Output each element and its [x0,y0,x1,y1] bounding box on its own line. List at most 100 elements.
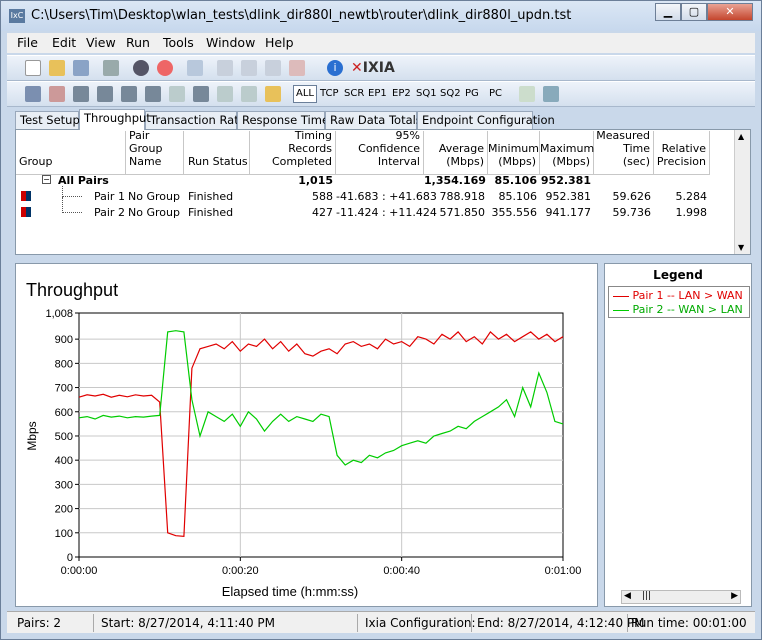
delete-icon[interactable] [289,60,305,76]
new-file-icon[interactable] [25,60,41,76]
legend-swatch-green [613,309,629,311]
sort-numeric-icon[interactable] [265,86,281,102]
tab-test-setup[interactable]: Test Setup [15,111,80,129]
maximize-button[interactable]: ▢ [681,3,707,21]
script-icon[interactable] [193,86,209,102]
stop-icon[interactable] [157,60,173,76]
minimize-button[interactable]: ▁ [655,3,681,21]
paste-icon[interactable] [265,60,281,76]
run-icon[interactable] [133,60,149,76]
col-minimum[interactable]: Minimum (Mbps) [488,131,540,175]
cut-icon[interactable] [217,60,233,76]
col-confidence[interactable]: 95% Confidence Interval [336,129,424,175]
col-average[interactable]: Average (Mbps) [424,131,488,175]
tab-response-time[interactable]: Response Time [237,111,329,129]
title-bar: IxC C:\Users\Tim\Desktop\wlan_tests\dlin… [1,1,761,31]
menu-edit[interactable]: Edit [52,35,76,50]
y-tick-label: 900 [55,334,73,346]
filter-scr[interactable]: SCR [344,88,364,99]
col-timing-records-label: Timing Records Completed [272,129,332,168]
status-runtime: Run time: 00:01:00 [631,616,747,630]
col-pair-group-name-label: Pair Group Name [129,129,163,168]
menu-file[interactable]: File [17,35,38,50]
col-group[interactable]: Group [16,131,126,175]
filter-sq2[interactable]: SQ2 [440,88,461,99]
y-tick-label: 800 [55,358,73,370]
legend-scrollbar[interactable]: ◀ ||| ▶ [621,590,741,604]
copy-icon[interactable] [241,60,257,76]
pair-time: 59.736 [612,206,652,219]
close-button[interactable]: ✕ [707,3,753,21]
col-measured-time[interactable]: Measured Time (sec) [594,129,654,175]
menu-help[interactable]: Help [265,35,294,50]
window-icon[interactable] [543,86,559,102]
edit-icon[interactable] [169,86,185,102]
col-relative-precision[interactable]: Relative Precision [654,131,710,175]
tab-endpoint-configuration[interactable]: Endpoint Configuration [417,111,555,129]
info-icon[interactable]: i [327,60,343,76]
legend-box: Pair 1 -- LAN > WAN Pair 2 -- WAN > LAN [608,286,750,318]
col-timing-records[interactable]: Timing Records Completed [250,129,336,175]
link-icon[interactable] [121,86,137,102]
filter-pc[interactable]: PC [489,88,502,99]
collapse-icon[interactable]: − [42,175,51,184]
grid-scrollbar[interactable]: ▲ ▼ [734,130,750,254]
status-divider [471,614,472,632]
y-tick-label: 400 [55,455,73,467]
main-toolbar: i ✕IXIA [7,55,755,81]
network-icon[interactable] [97,86,113,102]
scroll-thumb-icon[interactable]: ||| [642,591,651,601]
filter-ep2[interactable]: EP2 [392,88,411,99]
script-disabled-icon[interactable] [217,86,233,102]
scroll-left-icon[interactable]: ◀ [624,591,631,601]
col-maximum[interactable]: Maximum (Mbps) [540,131,594,175]
tree-line [62,197,82,213]
menu-run[interactable]: Run [126,35,150,50]
col-run-status[interactable]: Run Status [184,131,250,175]
print-icon[interactable] [103,60,119,76]
tab-raw-data-totals[interactable]: Raw Data Totals [325,111,422,129]
col-pair-group-name[interactable]: Pair Group Name [126,129,184,175]
pair-icon[interactable] [25,86,41,102]
pair-average: 571.850 [439,206,486,219]
app-icon: IxC [9,9,25,23]
tab-transaction-rate[interactable]: Transaction Rate [145,111,246,129]
col-measured-time-label: Measured Time (sec) [596,129,650,168]
refresh-icon[interactable] [187,60,203,76]
legend-item-pair2[interactable]: Pair 2 -- WAN > LAN [613,303,743,316]
filter-all[interactable]: ALL [293,85,317,103]
report-icon[interactable] [145,86,161,102]
endpoint-icon[interactable] [73,86,89,102]
multicast-icon[interactable] [49,86,65,102]
col-confidence-label: 95% Confidence Interval [358,129,420,168]
tab-throughput[interactable]: Throughput [79,109,151,130]
filter-pg[interactable]: PG [465,88,479,99]
save-icon[interactable] [73,60,89,76]
menu-view[interactable]: View [86,35,116,50]
x-axis-label: Elapsed time (h:mm:ss) [222,584,359,599]
chart-pane: Throughput Elapsed time (h:mm:ss) Mbps 0… [15,263,598,607]
x-tick-label: 0:00:40 [383,565,420,577]
scroll-up-icon[interactable]: ▲ [738,132,744,141]
filter-tcp[interactable]: TCP [320,88,339,99]
status-end: End: 8/27/2014, 4:12:40 PM [477,616,645,630]
menu-tools[interactable]: Tools [163,35,194,50]
filter-ep1[interactable]: EP1 [368,88,387,99]
filter-sq1[interactable]: SQ1 [416,88,437,99]
pair-name: Pair 2 [94,206,125,219]
all-pairs-records: 1,015 [298,174,333,187]
y-tick-label: 100 [55,528,73,540]
scroll-right-icon[interactable]: ▶ [731,591,738,601]
scroll-down-icon[interactable]: ▼ [738,243,744,252]
open-folder-icon[interactable] [49,60,65,76]
legend-title: Legend [653,268,703,282]
legend-item-pair1[interactable]: Pair 1 -- LAN > WAN [613,289,743,302]
pair-minimum: 85.106 [498,190,538,203]
export-icon[interactable] [519,86,535,102]
pair-ci: -41.683 : +41.683 [336,190,437,203]
menu-window[interactable]: Window [206,35,255,50]
pair-name: Pair 1 [94,190,125,203]
sort-icon[interactable] [241,86,257,102]
pair-precision: 5.284 [675,190,708,203]
pair-records: 427 [312,206,333,219]
